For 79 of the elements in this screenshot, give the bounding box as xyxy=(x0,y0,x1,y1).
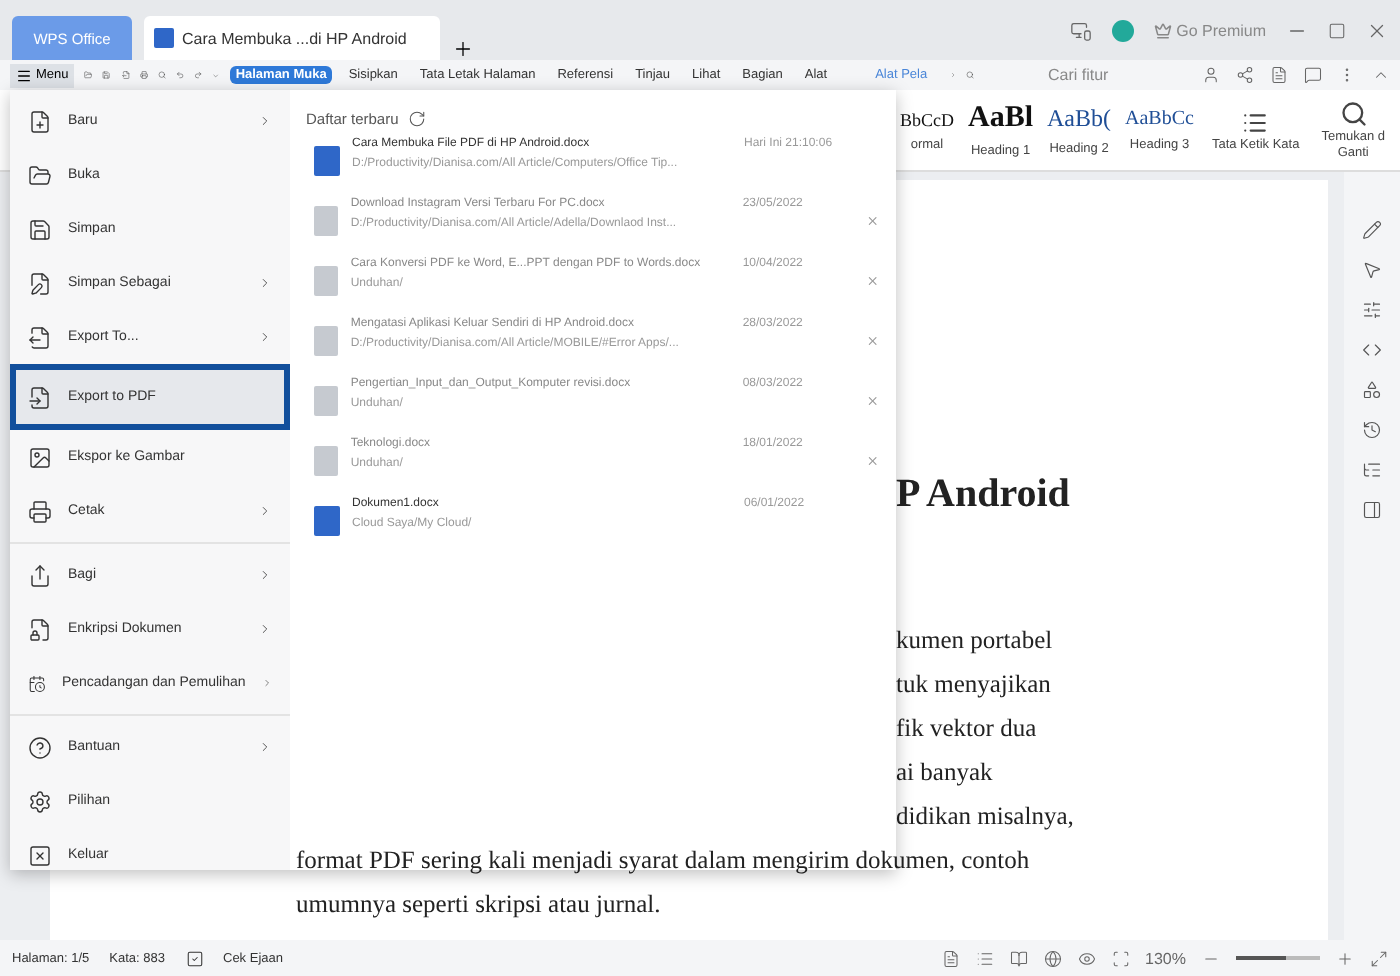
eye-icon[interactable] xyxy=(1077,949,1096,967)
comment-icon[interactable] xyxy=(1304,66,1322,84)
pointer-icon[interactable] xyxy=(1362,260,1382,280)
image-icon xyxy=(28,445,52,469)
file-lock-icon xyxy=(28,617,52,641)
preview-icon[interactable] xyxy=(157,66,166,84)
share-icon[interactable] xyxy=(1236,66,1254,84)
settings-icon xyxy=(28,789,52,813)
redo-icon[interactable] xyxy=(194,66,203,84)
file-export-icon[interactable] xyxy=(121,66,130,84)
new-tab-icon[interactable] xyxy=(452,38,474,60)
chevron-right-icon xyxy=(261,676,272,690)
screen-icon[interactable] xyxy=(1070,19,1093,41)
avatar-icon[interactable] xyxy=(1112,19,1135,41)
new-file-icon xyxy=(28,109,52,133)
document-text: ai banyak xyxy=(896,758,995,790)
user-icon[interactable] xyxy=(1202,66,1220,84)
fit-icon[interactable] xyxy=(1111,949,1130,967)
chevron-right-icon xyxy=(258,276,272,290)
save-icon[interactable] xyxy=(102,66,112,84)
search-icon[interactable] xyxy=(965,66,974,84)
document-text: didikan misalnya, xyxy=(896,802,1076,834)
document-heading: P Android xyxy=(896,472,1072,518)
file-pen-icon xyxy=(28,271,52,295)
file-export-icon xyxy=(28,325,52,349)
crown-icon xyxy=(1154,21,1173,39)
search-field[interactable]: Cari fitur xyxy=(1043,64,1192,86)
printer-icon xyxy=(28,499,52,523)
list-icon xyxy=(1242,109,1269,135)
collapse-icon[interactable] xyxy=(1372,66,1390,84)
document-icon xyxy=(154,28,174,48)
chevron-right-icon xyxy=(258,622,272,636)
shapes-icon[interactable] xyxy=(1362,380,1382,400)
book-icon[interactable] xyxy=(1009,949,1028,967)
chevron-right-icon xyxy=(258,568,272,582)
close-square-icon xyxy=(28,843,52,867)
pencil-icon[interactable] xyxy=(1362,220,1382,240)
share-icon xyxy=(28,563,52,587)
search-icon xyxy=(1339,100,1368,128)
chevron-right-icon xyxy=(258,504,272,518)
close-icon[interactable] xyxy=(1366,19,1388,41)
zoom-value[interactable]: 130% xyxy=(1145,949,1186,967)
folder-icon[interactable] xyxy=(84,66,93,84)
chevron-right-icon xyxy=(258,330,272,344)
panel-icon[interactable] xyxy=(1362,500,1382,520)
refresh-icon[interactable] xyxy=(408,110,427,128)
remove-icon[interactable] xyxy=(866,334,880,348)
outline-icon[interactable] xyxy=(975,949,994,967)
document-text: kumen portabel xyxy=(896,626,1055,658)
list-icon[interactable] xyxy=(1362,460,1382,480)
fullscreen-icon[interactable] xyxy=(1370,949,1388,967)
maximize-icon[interactable] xyxy=(1328,21,1346,39)
document-text: umumnya seperti skripsi atau jurnal. xyxy=(296,890,663,922)
file-import-icon xyxy=(28,385,52,409)
spell-check-icon[interactable] xyxy=(185,949,203,967)
remove-icon[interactable] xyxy=(866,394,880,408)
zoom-in-icon[interactable] xyxy=(1336,949,1354,967)
document-tab[interactable]: Cara Membuka ...di HP Android xyxy=(144,16,440,60)
history-icon[interactable] xyxy=(1362,420,1382,440)
help-icon xyxy=(28,735,52,759)
save-icon xyxy=(28,217,52,241)
sliders-icon[interactable] xyxy=(1362,300,1382,320)
calendar-clock-icon xyxy=(28,671,46,695)
document-icon[interactable] xyxy=(1270,66,1288,84)
page-view-icon[interactable] xyxy=(941,949,960,967)
chevron-right-icon xyxy=(258,740,272,754)
undo-icon[interactable] xyxy=(175,66,185,84)
remove-icon[interactable] xyxy=(866,454,880,468)
folder-icon xyxy=(28,163,52,187)
web-icon[interactable] xyxy=(1043,949,1062,967)
document-text: format PDF sering kali menjadi syarat dalam mengirim dokumen, contoh xyxy=(296,846,1032,878)
printer-icon[interactable] xyxy=(139,66,148,84)
menu-icon xyxy=(16,67,32,83)
document-text: tuk menyajikan xyxy=(896,670,1053,702)
chevron-right-icon xyxy=(258,114,272,128)
document-text: fik vektor dua xyxy=(896,714,1039,746)
code-icon[interactable] xyxy=(1362,340,1382,360)
remove-icon[interactable] xyxy=(866,214,880,228)
remove-icon[interactable] xyxy=(866,274,880,288)
